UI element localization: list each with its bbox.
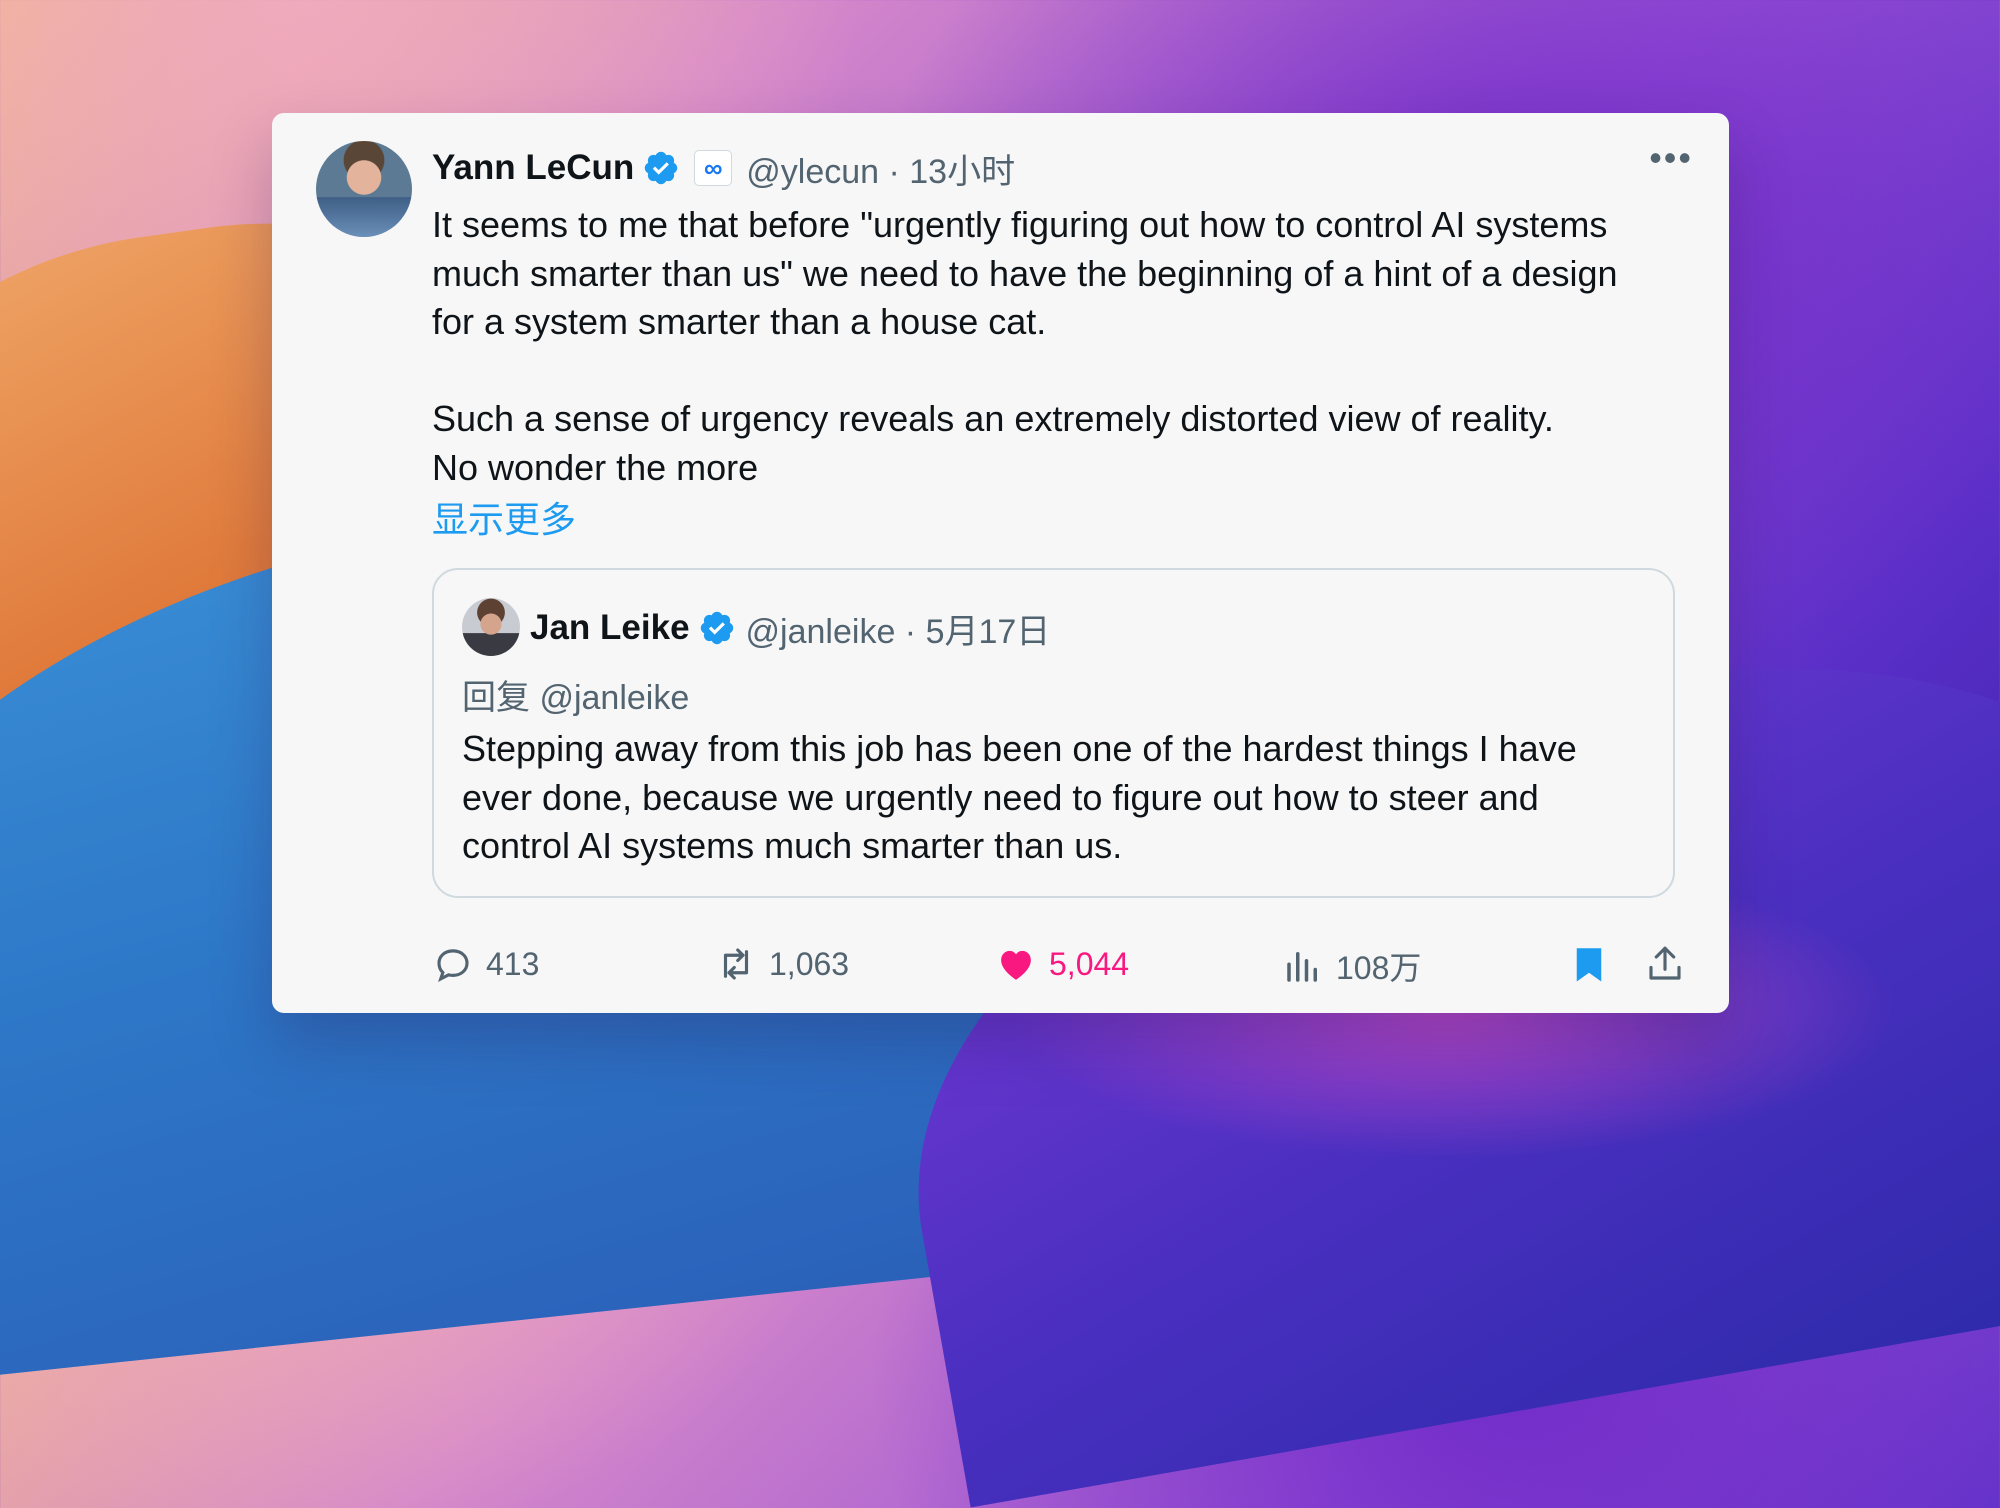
tweet-text: It seems to me that before "urgently fig…: [432, 201, 1682, 492]
affiliation-meta-icon[interactable]: ∞: [694, 150, 733, 186]
views-button[interactable]: 108万: [1282, 943, 1421, 989]
share-icon: [1649, 946, 1681, 980]
heart-icon: [1001, 950, 1031, 980]
like-count: 5,044: [1049, 945, 1130, 982]
share-button[interactable]: [1644, 943, 1698, 985]
repost-button[interactable]: 1,063: [715, 943, 849, 985]
author-name[interactable]: Yann LeCun: [432, 148, 634, 188]
tweet-line: much smarter than us" we need to have th…: [432, 252, 1618, 294]
reply-to-label: 回复 @janleike: [462, 679, 690, 717]
more-options-icon[interactable]: •••: [1649, 140, 1693, 176]
bookmark-button[interactable]: [1568, 943, 1622, 985]
like-button[interactable]: 5,044: [995, 943, 1129, 985]
reply-icon: [437, 949, 469, 983]
avatar[interactable]: [316, 141, 412, 237]
verified-badge-icon: [645, 151, 678, 185]
views-chart-icon: [1287, 952, 1317, 982]
view-count: 108万: [1336, 950, 1422, 986]
show-more-link[interactable]: 显示更多: [432, 491, 576, 543]
quoted-avatar[interactable]: [462, 598, 520, 656]
author-handle-time[interactable]: @ylecun · 13小时: [746, 144, 1015, 193]
reply-count: 413: [486, 945, 540, 982]
quoted-line: Stepping away from this job has been one…: [462, 728, 1577, 769]
tweet-line: It seems to me that before "urgently fig…: [432, 204, 1608, 245]
tweet-header: Yann LeCun ∞ @ylecun · 13小时: [432, 143, 1015, 193]
repost-icon: [723, 948, 749, 980]
action-bar: 413 1,063 5,044 108万: [432, 933, 1692, 1003]
bookmark-icon: [1576, 948, 1602, 982]
quoted-header: Jan Leike @janleike · 5月17日: [530, 604, 1050, 652]
quoted-handle-date[interactable]: @janleike · 5月17日: [746, 604, 1051, 653]
quoted-line: ever done, because we urgently need to f…: [462, 776, 1539, 818]
quoted-tweet[interactable]: Jan Leike @janleike · 5月17日 回复 @janleike…: [432, 568, 1675, 898]
repost-count: 1,063: [769, 945, 850, 982]
quoted-author-name[interactable]: Jan Leike: [530, 608, 690, 648]
verified-badge-icon: [700, 611, 733, 645]
tweet-line: for a system smarter than a house cat.: [432, 301, 1047, 342]
tweet-line: No wonder the more: [432, 446, 759, 488]
reply-button[interactable]: 413: [432, 943, 539, 985]
tweet-line: Such a sense of urgency reveals an extre…: [432, 398, 1554, 439]
quoted-line: control AI systems much smarter than us.: [462, 825, 1123, 866]
quoted-text: Stepping away from this job has been one…: [462, 725, 1652, 871]
tweet-card: Yann LeCun ∞ @ylecun · 13小时 ••• It seems…: [272, 113, 1729, 1013]
